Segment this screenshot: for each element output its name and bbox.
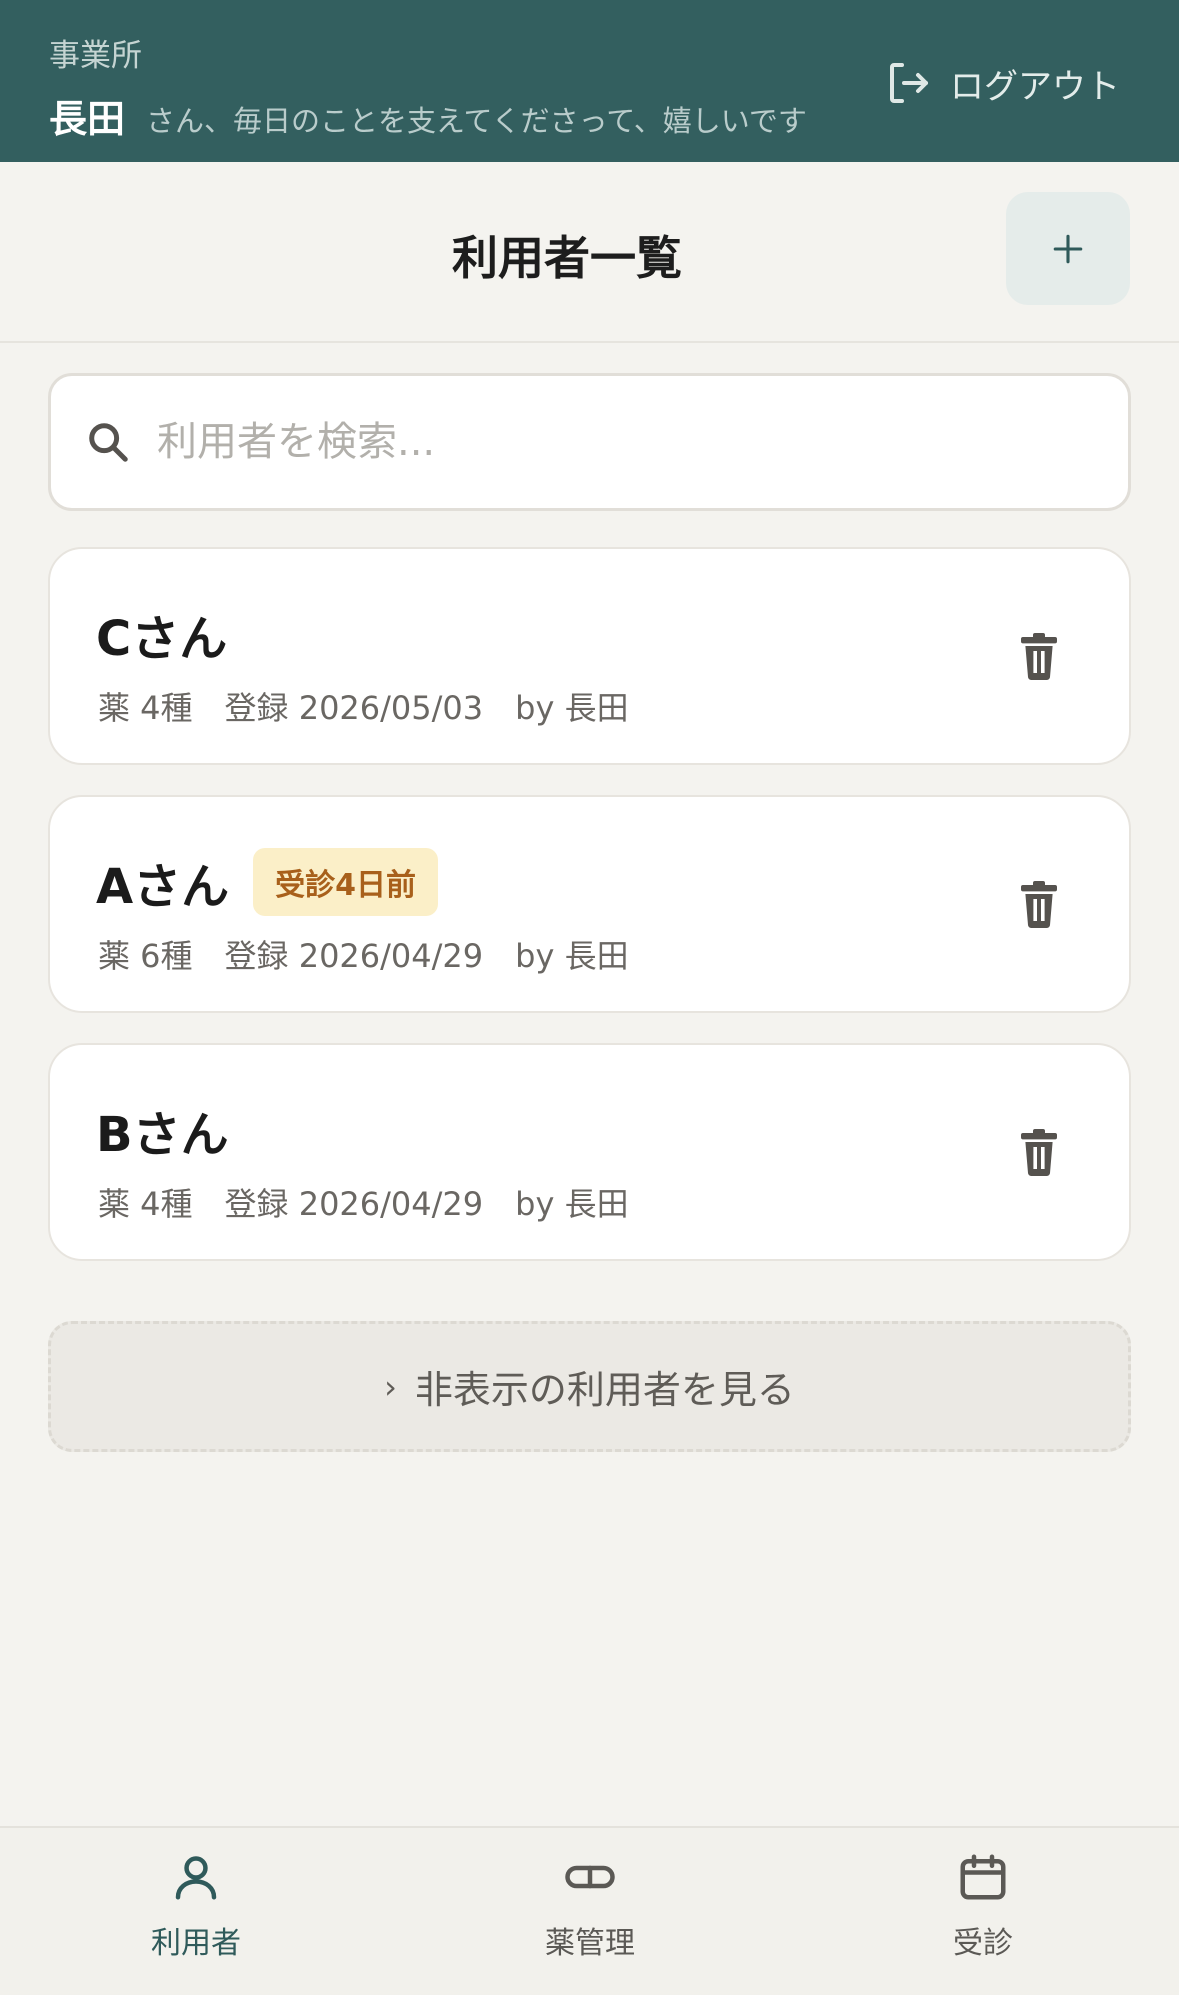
user-card-name: Cさん — [96, 611, 228, 667]
nav-item-medications[interactable]: 薬管理 — [470, 1850, 710, 1980]
plus-icon — [1053, 234, 1083, 263]
delete-user-button[interactable] — [1014, 629, 1064, 685]
app-screen: 事業所 長田 さん、毎日のことを支えてくださって、嬉しいです ログアウト 利用者… — [0, 0, 1179, 1995]
user-name-row: Bさん — [96, 1097, 229, 1163]
org-label: 事業所 — [49, 38, 142, 74]
calendar-icon — [960, 1854, 1006, 1900]
chevron-right-icon: › — [384, 1367, 397, 1406]
nav-label-medications: 薬管理 — [545, 1926, 635, 1961]
search-box — [48, 373, 1131, 511]
user-name-row: Aさん 受診4日前 — [96, 848, 439, 916]
user-card-name: Aさん — [96, 859, 230, 915]
page-title: 利用者一覧 — [452, 231, 682, 285]
trash-icon — [1021, 1129, 1057, 1176]
pill-icon — [565, 1865, 615, 1889]
delete-user-button[interactable] — [1014, 877, 1064, 933]
user-card[interactable]: Bさん 薬 4種 登録 2026/04/29 by 長田 — [48, 1043, 1131, 1261]
logout-icon — [890, 63, 928, 103]
person-icon — [175, 1856, 217, 1900]
search-icon — [89, 423, 128, 462]
bottom-nav: 利用者 薬管理 受診 — [0, 1826, 1179, 1995]
show-hidden-users-button[interactable]: › 非表示の利用者を見る — [48, 1321, 1131, 1452]
logout-button[interactable]: ログアウト — [884, 58, 1120, 108]
trash-icon — [1021, 633, 1057, 680]
greeting-text: さん、毎日のことを支えてくださって、嬉しいです — [146, 104, 807, 138]
nav-item-appointments[interactable]: 受診 — [863, 1850, 1103, 1980]
user-name-row: Cさん — [96, 601, 227, 667]
user-card-meta: 薬 4種 登録 2026/05/03 by 長田 — [98, 689, 629, 727]
user-card-meta: 薬 6種 登録 2026/04/29 by 長田 — [98, 937, 629, 975]
nav-item-users[interactable]: 利用者 — [76, 1850, 316, 1980]
user-card[interactable]: Cさん 薬 4種 登録 2026/05/03 by 長田 — [48, 547, 1131, 765]
add-user-button[interactable] — [1006, 192, 1130, 305]
user-name: 長田 — [49, 97, 126, 141]
appointment-badge: 受診4日前 — [253, 848, 439, 916]
nav-label-users: 利用者 — [151, 1926, 241, 1961]
show-hidden-users-label: 非表示の利用者を見る — [414, 1368, 795, 1412]
user-card[interactable]: Aさん 受診4日前 薬 6種 登録 2026/04/29 by 長田 — [48, 795, 1131, 1013]
search-input[interactable] — [157, 419, 1057, 465]
title-bar: 利用者一覧 — [0, 162, 1179, 343]
nav-label-appointments: 受診 — [953, 1926, 1013, 1961]
app-header: 事業所 長田 さん、毎日のことを支えてくださって、嬉しいです ログアウト — [0, 0, 1179, 162]
logout-label: ログアウト — [950, 66, 1120, 107]
user-card-name: Bさん — [96, 1107, 229, 1163]
delete-user-button[interactable] — [1014, 1125, 1064, 1181]
trash-icon — [1021, 881, 1057, 928]
user-card-meta: 薬 4種 登録 2026/04/29 by 長田 — [98, 1185, 629, 1223]
